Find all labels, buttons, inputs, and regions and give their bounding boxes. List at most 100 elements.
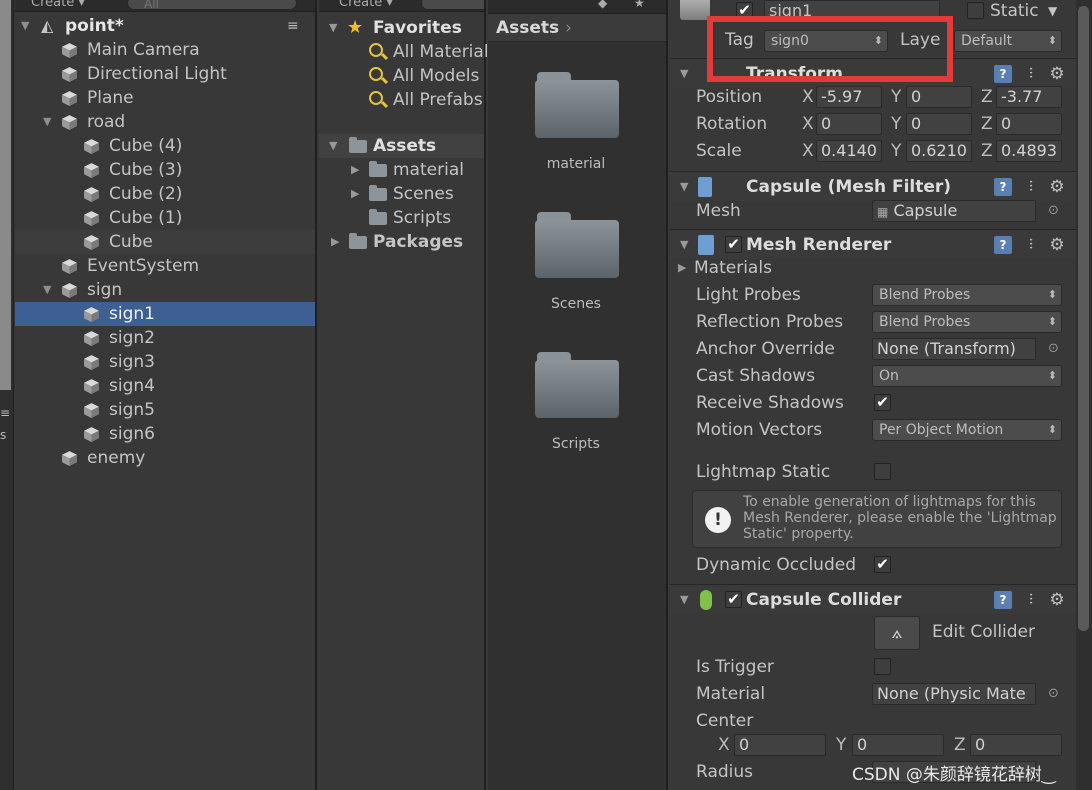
hierarchy-item[interactable]: sign2 xyxy=(15,326,315,350)
hierarchy-item[interactable]: sign5 xyxy=(15,398,315,422)
hierarchy-item[interactable]: Directional Light xyxy=(15,62,315,86)
rotation-y-field[interactable]: 0 xyxy=(906,113,972,135)
gear-icon[interactable]: ⚙ xyxy=(1048,236,1066,254)
mesh-filter-header[interactable]: ▼ Capsule (Mesh Filter) ? ⫶ ⚙ xyxy=(670,171,1078,201)
asset-grid-label[interactable]: material xyxy=(506,156,646,172)
folder-icon[interactable] xyxy=(535,352,619,418)
hierarchy-item[interactable]: EventSystem xyxy=(15,254,315,278)
capsule-collider-arrow-icon[interactable]: ▼ xyxy=(680,585,688,615)
collapse-arrow-icon[interactable]: ▼ xyxy=(21,14,29,38)
gear-icon[interactable]: ⚙ xyxy=(1048,591,1066,609)
hierarchy-item[interactable]: ▼ road xyxy=(15,110,315,134)
asset-grid-label[interactable]: Scripts xyxy=(506,436,646,452)
hierarchy-item[interactable]: ▼ sign xyxy=(15,278,315,302)
help-icon[interactable]: ? xyxy=(994,236,1012,254)
hierarchy-item[interactable]: enemy xyxy=(15,446,315,470)
favorite-item[interactable]: All Material xyxy=(319,40,489,64)
rotation-z-field[interactable]: 0 xyxy=(996,113,1062,135)
motion-vectors-dropdown[interactable]: Per Object Motion xyxy=(872,419,1062,441)
favorite-item[interactable]: All Prefabs xyxy=(319,88,484,112)
folder-icon[interactable] xyxy=(535,72,619,138)
edit-collider-button[interactable]: ⟑ xyxy=(874,616,920,650)
center-z-field[interactable]: 0 xyxy=(970,734,1062,756)
star-filter-icon[interactable]: ★ xyxy=(634,0,645,10)
scene-header[interactable]: ▼ ◭ point* ≡ xyxy=(15,14,315,38)
project-create-button[interactable]: Create ▾ xyxy=(339,0,393,10)
breadcrumb-assets[interactable]: Assets xyxy=(496,18,559,38)
folder-arrow-icon[interactable]: ▶ xyxy=(351,158,359,182)
preset-icon[interactable]: ⫶ xyxy=(1022,236,1040,254)
preset-icon[interactable]: ⫶ xyxy=(1022,65,1040,83)
hierarchy-item[interactable]: Cube (1) xyxy=(15,206,315,230)
assets-folder-header[interactable]: ▼ Assets xyxy=(319,134,484,158)
hierarchy-create-button[interactable]: Create ▾ xyxy=(31,0,85,10)
inspector-scrollbar[interactable] xyxy=(1076,0,1092,790)
help-icon[interactable]: ? xyxy=(994,591,1012,609)
hierarchy-search-input[interactable]: All xyxy=(127,0,297,11)
static-dropdown-icon[interactable]: ▼ xyxy=(1048,0,1057,22)
hierarchy-item[interactable]: sign6 xyxy=(15,422,315,446)
scene-menu-icon[interactable]: ≡ xyxy=(287,14,299,38)
project-search-input[interactable] xyxy=(421,0,484,10)
static-checkbox[interactable]: ✔ xyxy=(967,2,984,19)
object-picker-icon[interactable]: ⊙ xyxy=(1048,198,1059,224)
expand-arrow-icon[interactable]: ▼ xyxy=(43,110,51,134)
dynamic-occluded-checkbox[interactable]: ✔ xyxy=(874,556,891,573)
help-icon[interactable]: ? xyxy=(994,65,1012,83)
object-picker-icon[interactable]: ⊙ xyxy=(1048,336,1059,362)
scale-x-field[interactable]: 0.4140 xyxy=(816,140,882,162)
hierarchy-item[interactable]: Cube (2) xyxy=(15,182,315,206)
gear-icon[interactable]: ⚙ xyxy=(1048,178,1066,196)
materials-arrow-icon[interactable]: ▶ xyxy=(678,255,686,281)
lock-icon[interactable]: ◆ xyxy=(598,0,607,10)
preset-icon[interactable]: ⫶ xyxy=(1022,591,1040,609)
hierarchy-item[interactable]: Plane xyxy=(15,86,315,110)
hierarchy-item[interactable]: Main Camera xyxy=(15,38,315,62)
asset-folder-item[interactable]: Scripts xyxy=(319,206,484,230)
cast-shadows-dropdown[interactable]: On xyxy=(872,365,1062,387)
asset-folder-item[interactable]: ▶ material xyxy=(319,158,484,182)
is-trigger-checkbox[interactable]: ✔ xyxy=(874,658,891,675)
favorites-arrow-icon[interactable]: ▼ xyxy=(329,16,337,40)
position-y-field[interactable]: 0 xyxy=(906,86,972,108)
packages-folder[interactable]: ▶ Packages xyxy=(319,230,484,254)
materials-row[interactable]: ▶ Materials xyxy=(670,255,1078,281)
scrollbar-thumb[interactable] xyxy=(1078,6,1089,631)
asset-folder-item[interactable]: ▶ Scenes xyxy=(319,182,484,206)
center-y-field[interactable]: 0 xyxy=(852,734,944,756)
receive-shadows-checkbox[interactable]: ✔ xyxy=(874,394,891,411)
folder-icon[interactable] xyxy=(535,212,619,278)
hierarchy-item[interactable]: Cube xyxy=(15,230,315,254)
lightmap-static-checkbox[interactable]: ✔ xyxy=(874,463,891,480)
scale-y-field[interactable]: 0.6210 xyxy=(906,140,972,162)
hierarchy-item[interactable]: sign1 xyxy=(15,302,315,326)
favorite-item[interactable]: All Models xyxy=(319,64,484,88)
packages-arrow-icon[interactable]: ▶ xyxy=(331,230,339,254)
anchor-override-field[interactable]: None (Transform) xyxy=(872,338,1036,360)
object-picker-icon[interactable]: ⊙ xyxy=(1048,681,1059,707)
help-icon[interactable]: ? xyxy=(994,178,1012,196)
expand-arrow-icon[interactable]: ▼ xyxy=(43,278,51,302)
asset-grid-label[interactable]: Scenes xyxy=(506,296,646,312)
assets-arrow-icon[interactable]: ▼ xyxy=(329,134,337,158)
position-x-field[interactable]: -5.97 xyxy=(816,86,882,108)
rotation-x-field[interactable]: 0 xyxy=(816,113,882,135)
capsule-collider-header[interactable]: ▼ ✔ Capsule Collider ? ⫶ ⚙ xyxy=(670,584,1078,614)
position-z-field[interactable]: -3.77 xyxy=(996,86,1062,108)
mesh-renderer-enabled-checkbox[interactable]: ✔ xyxy=(725,236,742,253)
gear-icon[interactable]: ⚙ xyxy=(1048,65,1066,83)
folder-arrow-icon[interactable]: ▶ xyxy=(351,182,359,206)
hierarchy-item[interactable]: sign4 xyxy=(15,374,315,398)
material-field[interactable]: None (Physic Mate xyxy=(872,683,1036,705)
layer-dropdown[interactable]: Default xyxy=(954,30,1062,52)
assets-breadcrumb[interactable]: Assets › xyxy=(488,14,666,42)
hierarchy-item[interactable]: Cube (4) xyxy=(15,134,315,158)
preset-icon[interactable]: ⫶ xyxy=(1022,178,1040,196)
hierarchy-item[interactable]: sign3 xyxy=(15,350,315,374)
scale-z-field[interactable]: 0.4893 xyxy=(996,140,1062,162)
capsule-collider-enabled-checkbox[interactable]: ✔ xyxy=(725,591,742,608)
reflection-probes-dropdown[interactable]: Blend Probes xyxy=(872,311,1062,333)
light-probes-dropdown[interactable]: Blend Probes xyxy=(872,284,1062,306)
mesh-field[interactable]: ▦ Capsule xyxy=(872,200,1036,222)
hierarchy-item[interactable]: Cube (3) xyxy=(15,158,315,182)
